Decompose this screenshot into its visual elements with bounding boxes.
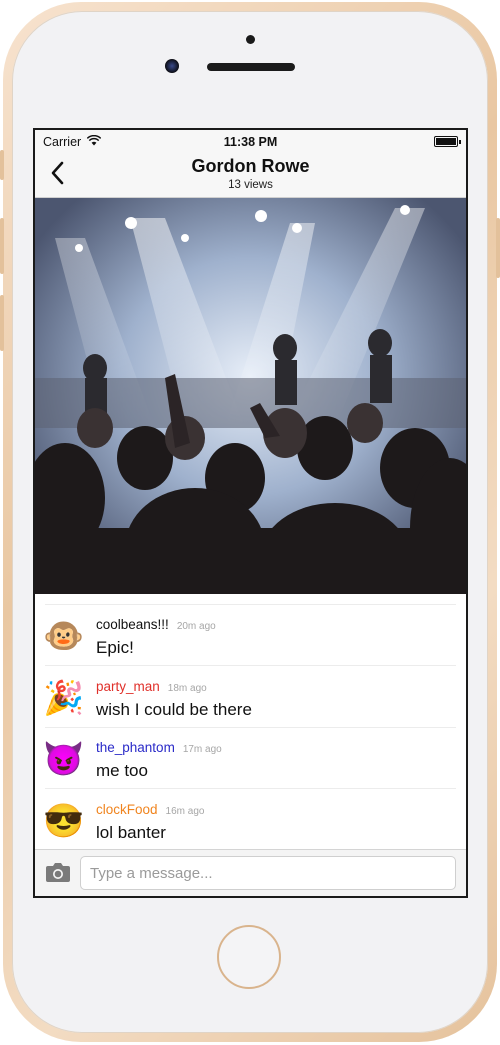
phone-volume-button [0,218,4,274]
message-input[interactable] [80,856,456,890]
message-time: 20m ago [176,621,216,632]
message-text: wish I could be there [96,700,252,719]
message-composer [35,849,466,896]
message-time: 16m ago [165,806,205,817]
message-username: the_phantom 17m ago [96,740,222,755]
page-title: Gordon Rowe [191,156,310,176]
camera-button[interactable] [45,861,71,885]
chat-message: 😈 the_phantom 17m ago me too [35,726,466,788]
message-username: clockFood 16m ago [96,802,204,817]
message-username: party_man 18m ago [96,679,207,694]
front-camera [165,59,179,73]
username: party_man [96,679,160,694]
avatar: 🐵 [43,617,85,654]
message-text: lol banter [96,823,166,842]
message-username: coolbeans!!! 20m ago [96,617,216,632]
message-text: Epic! [96,638,134,657]
phone-sensor [246,35,255,44]
chat-message: 🐵 coolbeans!!! 20m ago Epic! [35,603,466,665]
avatar: 😈 [43,740,85,777]
nav-bar: Gordon Rowe 13 views [35,152,466,198]
phone-power-button [496,218,500,278]
home-button[interactable] [217,925,281,989]
concert-photo-illustration [35,198,466,594]
phone-mute-switch [0,150,4,180]
status-time: 11:38 PM [223,135,278,149]
username: coolbeans!!! [96,617,169,632]
chat-message: 🎉 party_man 18m ago wish I could be there [35,665,466,727]
avatar: 🎉 [43,679,85,716]
status-bar: Carrier 11:38 PM [35,130,466,152]
username: the_phantom [96,740,175,755]
phone-screen: Carrier 11:38 PM Gordon Rowe 13 views 🐵 … [33,128,468,898]
message-time: 18m ago [167,683,207,694]
chat-list: 🐵 coolbeans!!! 20m ago Epic! 🎉 party_man 1… [35,594,466,850]
message-time: 17m ago [182,744,222,755]
username: clockFood [96,802,158,817]
view-count: 13 views [228,179,273,191]
concert-photo [35,198,466,594]
avatar: 😎 [43,802,85,839]
chat-message: 😎 clockFood 16m ago lol banter [35,788,466,850]
phone-volume-button [0,295,4,351]
camera-icon [46,863,70,882]
battery-icon [434,136,461,147]
phone-earpiece [207,63,295,71]
message-text: me too [96,761,148,780]
